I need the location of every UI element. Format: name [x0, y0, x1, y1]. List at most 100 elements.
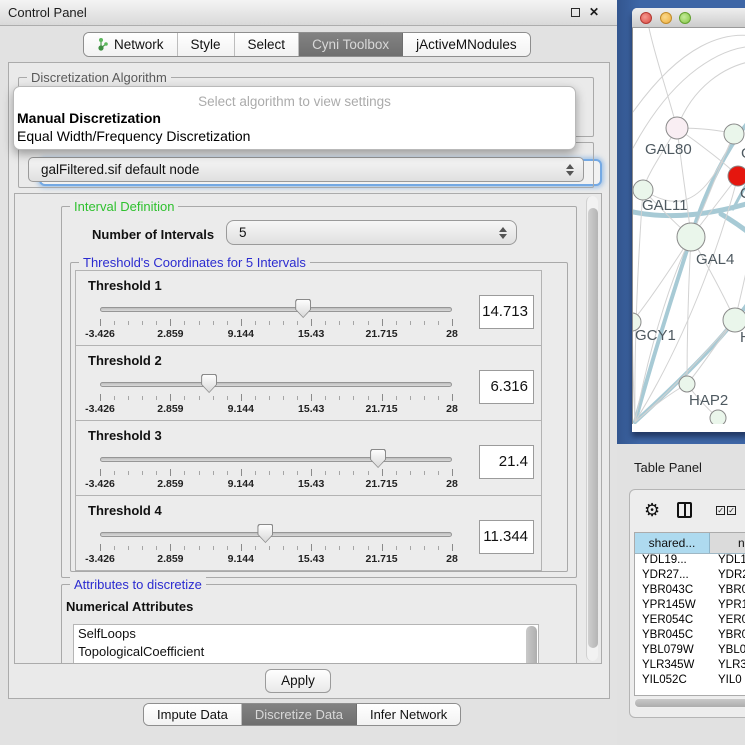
network-edge[interactable] [649, 28, 677, 128]
network-edge[interactable] [633, 35, 745, 112]
name-cell[interactable]: YBR0 [710, 584, 745, 599]
stepper-arrows-icon [499, 227, 507, 239]
attribute-list-item[interactable]: SelfLoops [74, 625, 538, 643]
checkbox-icon[interactable]: ✓ [716, 506, 725, 515]
threshold-slider[interactable]: -3.4262.8599.14415.4321.71528 [100, 496, 452, 572]
settings-scrollbar[interactable] [586, 196, 598, 661]
table-horizontal-scrollbar[interactable] [634, 698, 745, 708]
shared-name-cell[interactable]: YBL079W [635, 644, 710, 659]
tab-infer-network[interactable]: Infer Network [357, 704, 460, 725]
tick-label: 2.859 [157, 403, 183, 415]
tab-style[interactable]: Style [178, 33, 235, 56]
number-of-intervals-combobox[interactable]: 5 [226, 220, 517, 245]
table-data-combobox[interactable]: galFiltered.sif default node [28, 157, 584, 182]
table-row[interactable]: YBR045CYBR0 [635, 629, 745, 644]
network-node-gal80[interactable] [666, 117, 688, 139]
name-cell[interactable]: YBR0 [710, 629, 745, 644]
tick-label: 28 [446, 478, 458, 490]
network-edge[interactable] [677, 61, 745, 128]
network-node[interactable] [728, 166, 745, 186]
algorithm-option[interactable]: Manual Discretization [14, 109, 575, 127]
tab-discretize-data[interactable]: Discretize Data [242, 704, 357, 725]
close-icon[interactable]: ✕ [589, 6, 599, 18]
control-panel-titlebar: Control Panel ✕ [0, 0, 617, 26]
shared-name-cell[interactable]: YPR145W [635, 599, 710, 614]
table-row[interactable]: YBR043CYBR0 [635, 584, 745, 599]
algorithm-option[interactable]: Equal Width/Frequency Discretization [14, 127, 575, 145]
network-node-hap2[interactable] [679, 376, 695, 392]
close-traffic-light-icon[interactable] [640, 12, 652, 24]
tab-cyni-toolbox[interactable]: Cyni Toolbox [299, 33, 403, 56]
slider-thumb[interactable] [370, 449, 386, 468]
node-label: C [740, 185, 745, 202]
attribute-list-item[interactable]: TopologicalCoefficient [74, 643, 538, 661]
network-edge[interactable] [687, 237, 691, 384]
table-row[interactable]: YBL079WYBL0 [635, 644, 745, 659]
table-row[interactable]: YLR345WYLR3 [635, 659, 745, 674]
minimize-traffic-light-icon[interactable] [660, 12, 672, 24]
node-label: H [740, 329, 745, 346]
table-row[interactable]: YDR27...YDR2 [635, 569, 745, 584]
shared-name-cell[interactable]: YIL052C [635, 674, 710, 689]
select-columns-icons[interactable]: ✓ ✓ [716, 506, 736, 515]
node-table[interactable]: shared... n YDL19...YDL1YDR27...YDR2YBR0… [634, 532, 745, 696]
tick-label: -3.426 [85, 553, 115, 565]
name-cell[interactable]: YDL1 [710, 554, 745, 569]
shared-name-cell[interactable]: YDR27... [635, 569, 710, 584]
column-header-name[interactable]: n [710, 533, 745, 553]
tab-select[interactable]: Select [235, 33, 300, 56]
network-node-gal4[interactable] [677, 223, 705, 251]
column-header-shared-name[interactable]: shared... [635, 533, 710, 553]
table-row[interactable]: YIL052CYIL0 [635, 674, 745, 689]
tick-label: 15.43 [298, 403, 324, 415]
threshold-row: Threshold 1-3.4262.8599.14415.4321.71528… [75, 270, 542, 346]
slider-thumb[interactable] [257, 524, 273, 543]
threshold-value-field[interactable]: 14.713 [479, 295, 534, 329]
split-columns-icon[interactable] [677, 502, 692, 518]
slider-thumb[interactable] [201, 374, 217, 393]
name-cell[interactable]: YIL0 [710, 674, 745, 689]
gear-icon[interactable]: ⚙ [644, 501, 660, 519]
network-node-ga[interactable] [724, 124, 744, 144]
tab-label: Network [114, 37, 164, 52]
name-cell[interactable]: YLR3 [710, 659, 745, 674]
numerical-attributes-list[interactable]: SelfLoopsTopologicalCoefficientBetweenne… [73, 624, 539, 664]
network-edge-thick[interactable] [721, 214, 745, 236]
name-cell[interactable]: YBL0 [710, 644, 745, 659]
zoom-traffic-light-icon[interactable] [679, 12, 691, 24]
network-node[interactable] [710, 410, 726, 424]
threshold-value-field[interactable]: 11.344 [479, 520, 534, 554]
tab-jactivemnodules[interactable]: jActiveMNodules [403, 33, 530, 56]
attribute-list-item[interactable]: BetweennessCentrality [74, 661, 538, 664]
shared-name-cell[interactable]: YBR045C [635, 629, 710, 644]
shared-name-cell[interactable]: YER054C [635, 614, 710, 629]
list-scrollbar[interactable] [526, 626, 537, 664]
node-label: HAP2 [689, 392, 728, 409]
tick-label: 2.859 [157, 328, 183, 340]
network-canvas[interactable]: GAL80GACGAL11GAL4GCY1HHAP2 [632, 28, 745, 424]
threshold-slider[interactable]: -3.4262.8599.14415.4321.71528 [100, 271, 452, 347]
network-window-titlebar [632, 8, 745, 28]
slider-thumb[interactable] [295, 299, 311, 318]
node-label: GCY1 [635, 327, 676, 344]
threshold-value-field[interactable]: 21.4 [479, 445, 534, 479]
threshold-value-field[interactable]: 6.316 [479, 370, 534, 404]
threshold-slider[interactable]: -3.4262.8599.14415.4321.71528 [100, 346, 452, 422]
table-row[interactable]: YPR145WYPR1 [635, 599, 745, 614]
table-row[interactable]: YER054CYER0 [635, 614, 745, 629]
apply-button[interactable]: Apply [265, 669, 331, 693]
name-cell[interactable]: YER0 [710, 614, 745, 629]
shared-name-cell[interactable]: YBR043C [635, 584, 710, 599]
tab-network[interactable]: Network [84, 33, 178, 56]
table-row[interactable]: YDL19...YDL1 [635, 554, 745, 569]
shared-name-cell[interactable]: YDL19... [635, 554, 710, 569]
tick-label: 15.43 [298, 478, 324, 490]
tab-impute-data[interactable]: Impute Data [144, 704, 242, 725]
shared-name-cell[interactable]: YLR345W [635, 659, 710, 674]
checkbox-icon[interactable]: ✓ [727, 506, 736, 515]
threshold-slider[interactable]: -3.4262.8599.14415.4321.71528 [100, 421, 452, 497]
name-cell[interactable]: YDR2 [710, 569, 745, 584]
name-cell[interactable]: YPR1 [710, 599, 745, 614]
float-window-icon[interactable] [571, 8, 580, 17]
network-edge[interactable] [633, 237, 691, 322]
